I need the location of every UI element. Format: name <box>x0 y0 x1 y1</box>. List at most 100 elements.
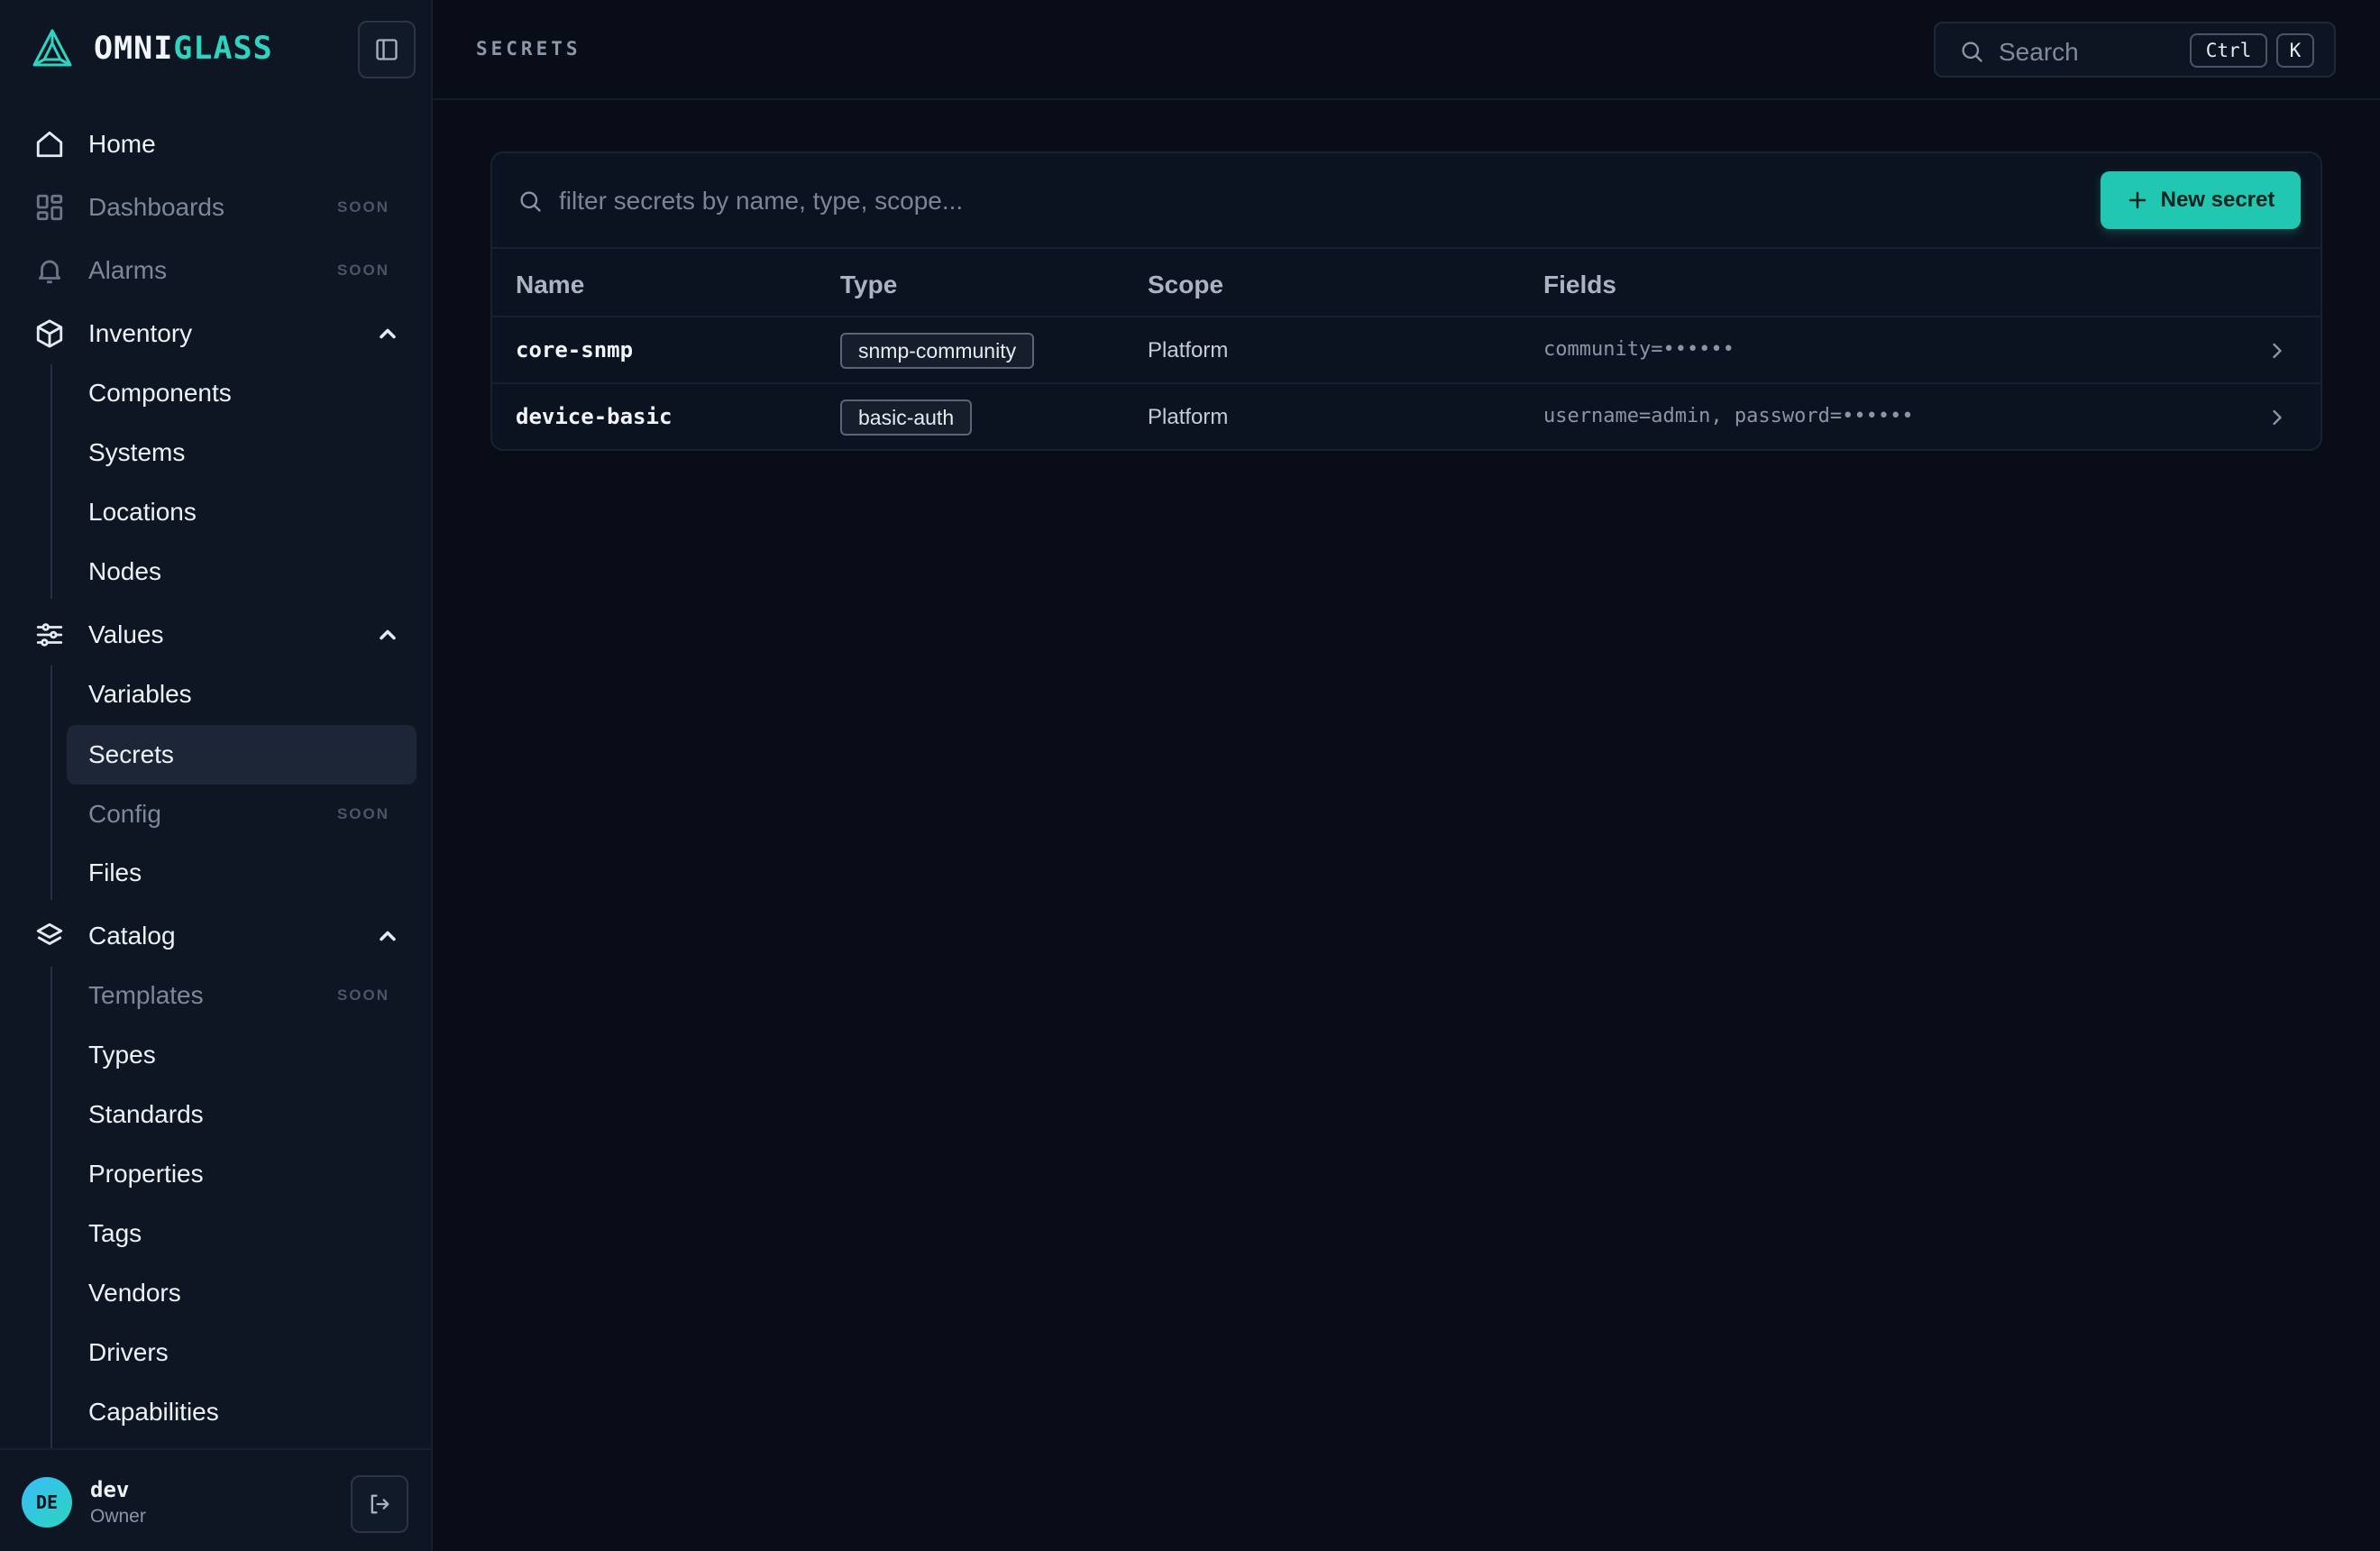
sidebar-item-label: Properties <box>88 1160 204 1188</box>
column-header-type[interactable]: Type <box>840 271 897 299</box>
secret-type-badge: basic-auth <box>840 399 973 436</box>
search-icon <box>1962 41 1982 62</box>
top-bar: SECRETS Search Ctrl K <box>433 0 2380 100</box>
sidebar-item-drivers[interactable]: Drivers <box>67 1323 416 1382</box>
sidebar-item-alarms: Alarms SOON <box>0 241 433 300</box>
logout-icon <box>371 1494 389 1514</box>
sidebar-item-properties[interactable]: Properties <box>67 1144 416 1204</box>
sidebar: OMNIGLASS Home Dashboards SOON Alarms SO… <box>0 0 433 1551</box>
sidebar-item-label: Locations <box>88 498 197 526</box>
column-header-fields[interactable]: Fields <box>1543 271 1616 299</box>
home-icon <box>36 131 63 158</box>
new-secret-button[interactable]: New secret <box>2101 171 2301 229</box>
sidebar-item-label: Vendors <box>88 1279 181 1307</box>
secret-name: core-snmp <box>516 337 634 363</box>
brand-name-part-1: OMNI <box>94 31 174 67</box>
sidebar-item-label: Secrets <box>88 740 174 768</box>
secret-fields: community=•••••• <box>1543 338 1735 361</box>
tree-line <box>50 665 52 900</box>
layers-icon <box>36 922 63 945</box>
sidebar-item-tags[interactable]: Tags <box>67 1204 416 1263</box>
tree-line <box>50 967 52 1448</box>
sidebar-item-label: Variables <box>88 680 192 708</box>
sidebar-item-vendors[interactable]: Vendors <box>67 1263 416 1323</box>
sidebar-group-catalog[interactable]: Catalog <box>0 906 433 966</box>
sidebar-toggle-button[interactable] <box>358 21 416 78</box>
chevron-up-icon <box>380 328 396 339</box>
secret-scope: Platform <box>1148 405 1229 429</box>
sidebar-item-systems[interactable]: Systems <box>67 423 416 482</box>
soon-badge: SOON <box>336 198 389 216</box>
sidebar-group-label: Catalog <box>88 922 176 950</box>
brand-name-part-2: GLASS <box>173 31 273 67</box>
secret-scope: Platform <box>1148 338 1229 363</box>
logout-button[interactable] <box>351 1475 408 1533</box>
box-icon <box>36 319 63 348</box>
sidebar-item-types[interactable]: Types <box>67 1025 416 1085</box>
user-name: dev <box>90 1477 130 1502</box>
sidebar-item-label: Nodes <box>88 557 161 585</box>
search-icon <box>520 191 541 212</box>
column-header-scope[interactable]: Scope <box>1148 271 1223 299</box>
sidebar-group-values[interactable]: Values <box>0 605 433 665</box>
brand[interactable]: OMNIGLASS <box>31 27 273 70</box>
chevron-right-icon <box>2273 343 2282 359</box>
secret-name: device-basic <box>516 404 673 429</box>
sidebar-group-inventory[interactable]: Inventory <box>0 304 433 363</box>
soon-badge: SOON <box>336 987 389 1004</box>
omniglass-logo-icon <box>32 29 72 67</box>
bell-icon <box>38 260 61 284</box>
sidebar-item-templates: Templates SOON <box>67 966 416 1025</box>
tree-line <box>50 364 52 599</box>
sidebar-item-label: Components <box>88 379 232 407</box>
table-row[interactable]: device-basic basic-auth Platform usernam… <box>492 384 2320 449</box>
sidebar-item-label: Capabilities <box>88 1398 219 1426</box>
chevron-up-icon <box>380 931 396 941</box>
shortcut-k-key: K <box>2276 33 2314 68</box>
sidebar-item-standards[interactable]: Standards <box>67 1085 416 1144</box>
soon-badge: SOON <box>336 805 389 822</box>
secret-fields: username=admin, password=•••••• <box>1543 405 1914 427</box>
sidebar-item-label: Types <box>88 1041 156 1069</box>
user-role: Owner <box>90 1506 146 1527</box>
plus-icon <box>2128 191 2146 209</box>
sidebar-item-locations[interactable]: Locations <box>67 482 416 542</box>
filter-secrets-input[interactable] <box>559 182 1641 220</box>
sidebar-item-secrets[interactable]: Secrets <box>67 725 416 785</box>
sidebar-item-label: Config <box>88 800 161 828</box>
filter-bar: New secret <box>492 153 2320 249</box>
sidebar-item-label: Standards <box>88 1100 204 1128</box>
user-panel: DE dev Owner <box>0 1448 433 1551</box>
column-header-name[interactable]: Name <box>516 271 584 299</box>
secrets-panel: New secret Name Type Scope Fields core-s… <box>490 151 2322 451</box>
page-title: SECRETS <box>476 38 581 60</box>
secret-type-badge: snmp-community <box>840 333 1035 369</box>
sidebar-item-nodes[interactable]: Nodes <box>67 542 416 601</box>
sidebar-item-variables[interactable]: Variables <box>67 665 416 724</box>
avatar[interactable]: DE <box>22 1477 72 1528</box>
sidebar-item-label: Dashboards <box>88 193 224 221</box>
sliders-icon <box>36 623 63 647</box>
dashboard-grid-icon <box>36 194 63 221</box>
sidebar-item-capabilities[interactable]: Capabilities <box>67 1382 416 1442</box>
sidebar-item-label: Templates <box>88 981 204 1009</box>
sidebar-item-config: Config SOON <box>67 785 416 844</box>
sidebar-item-label: Home <box>88 130 156 158</box>
sidebar-panel-icon <box>376 39 398 60</box>
sidebar-item-dashboards: Dashboards SOON <box>0 178 433 237</box>
sidebar-item-label: Files <box>88 858 142 886</box>
sidebar-item-home[interactable]: Home <box>0 115 433 174</box>
table-row[interactable]: core-snmp snmp-community Platform commun… <box>492 317 2320 384</box>
sidebar-group-label: Values <box>88 620 164 648</box>
sidebar-item-files[interactable]: Files <box>67 843 416 903</box>
global-search[interactable]: Search Ctrl K <box>1934 22 2336 78</box>
table-header: Name Type Scope Fields <box>492 249 2320 317</box>
soon-badge: SOON <box>336 262 389 279</box>
sidebar-item-components[interactable]: Components <box>67 363 416 423</box>
new-secret-label: New secret <box>2160 188 2275 212</box>
sidebar-item-label: Systems <box>88 438 186 466</box>
sidebar-item-label: Tags <box>88 1219 142 1247</box>
brand-name: OMNIGLASS <box>94 31 273 67</box>
sidebar-group-label: Inventory <box>88 319 193 347</box>
sidebar-item-label: Drivers <box>88 1338 169 1366</box>
